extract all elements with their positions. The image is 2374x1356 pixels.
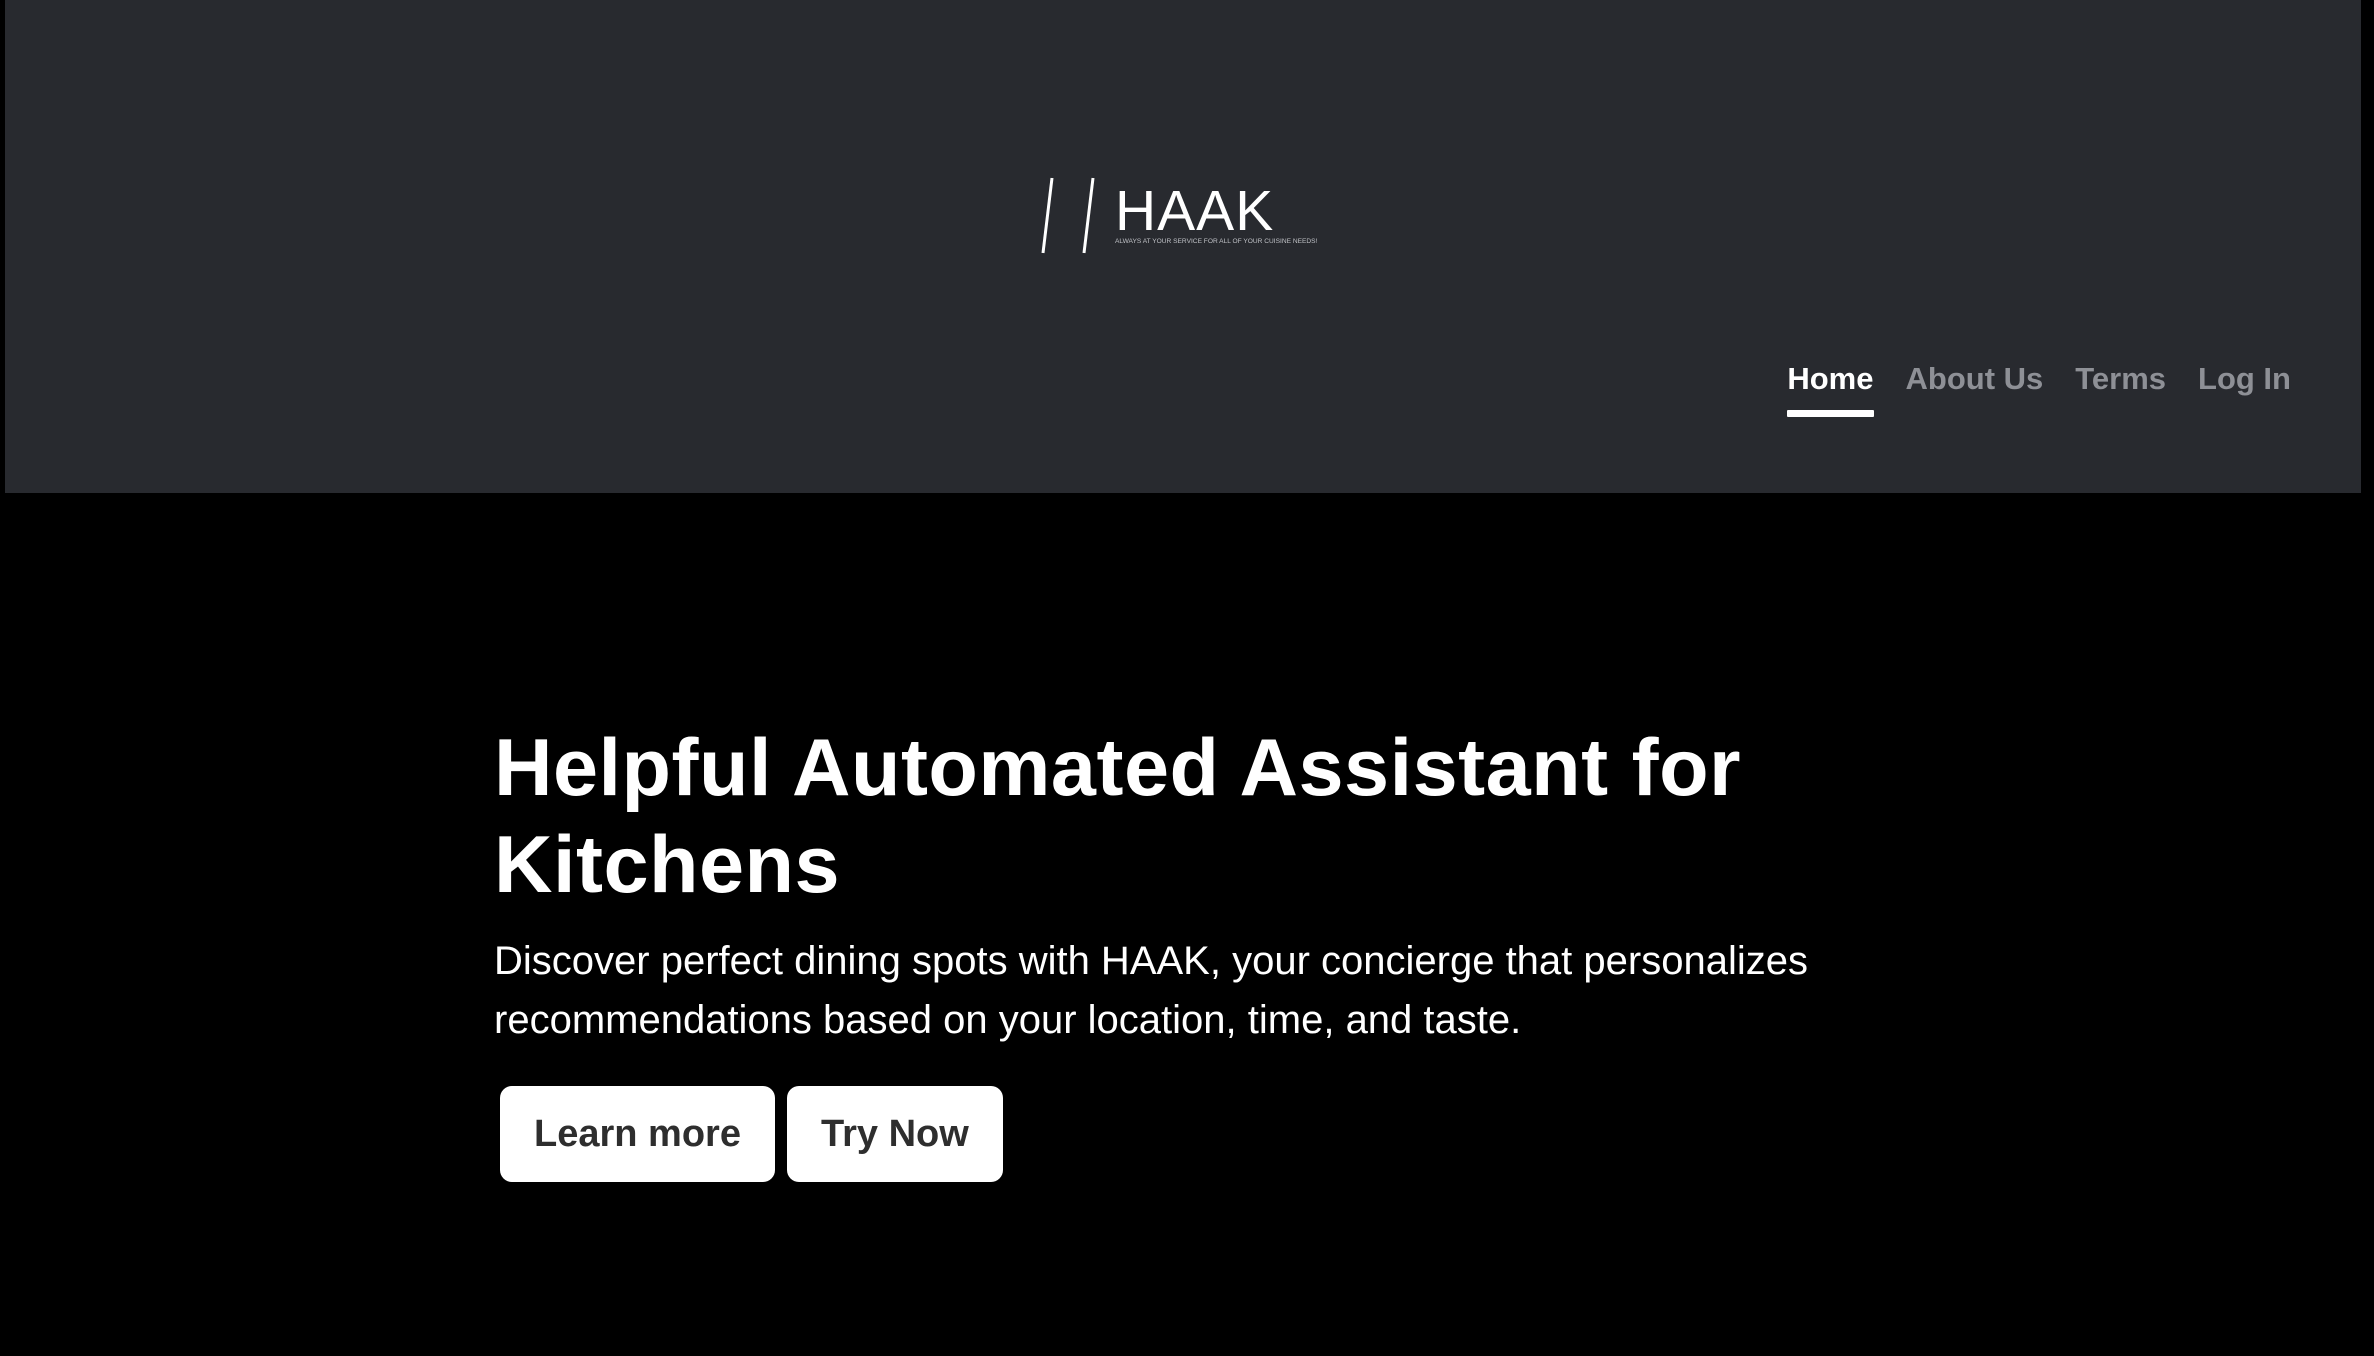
svg-text:ALWAYS AT YOUR SERVICE FOR ALL: ALWAYS AT YOUR SERVICE FOR ALL OF YOUR C… [1115, 238, 1318, 245]
haak-logo[interactable]: HAAK ALWAYS AT YOUR SERVICE FOR ALL OF Y… [1035, 170, 1325, 260]
hero-section: Helpful Automated Assistant for Kitchens… [494, 720, 1894, 1182]
try-now-button[interactable]: Try Now [786, 1086, 1003, 1182]
nav-terms[interactable]: Terms [2075, 360, 2166, 417]
page: HAAK ALWAYS AT YOUR SERVICE FOR ALL OF Y… [0, 0, 2374, 1356]
nav-home[interactable]: Home [1787, 360, 1874, 418]
hero-buttons: Learn more Try Now [500, 1086, 1894, 1182]
hero-title: Helpful Automated Assistant for Kitchens [494, 723, 1742, 910]
learn-more-button[interactable]: Learn more [500, 1086, 775, 1182]
nav-about-us[interactable]: About Us [1906, 360, 2044, 417]
nav-log-in[interactable]: Log In [2198, 360, 2291, 417]
svg-text:HAAK: HAAK [1115, 179, 1274, 243]
main-nav: Home About Us Terms Log In [1787, 360, 2291, 418]
hero-description: Discover perfect dining spots with HAAK,… [494, 939, 1808, 1042]
site-header: HAAK ALWAYS AT YOUR SERVICE FOR ALL OF Y… [5, 0, 2361, 493]
